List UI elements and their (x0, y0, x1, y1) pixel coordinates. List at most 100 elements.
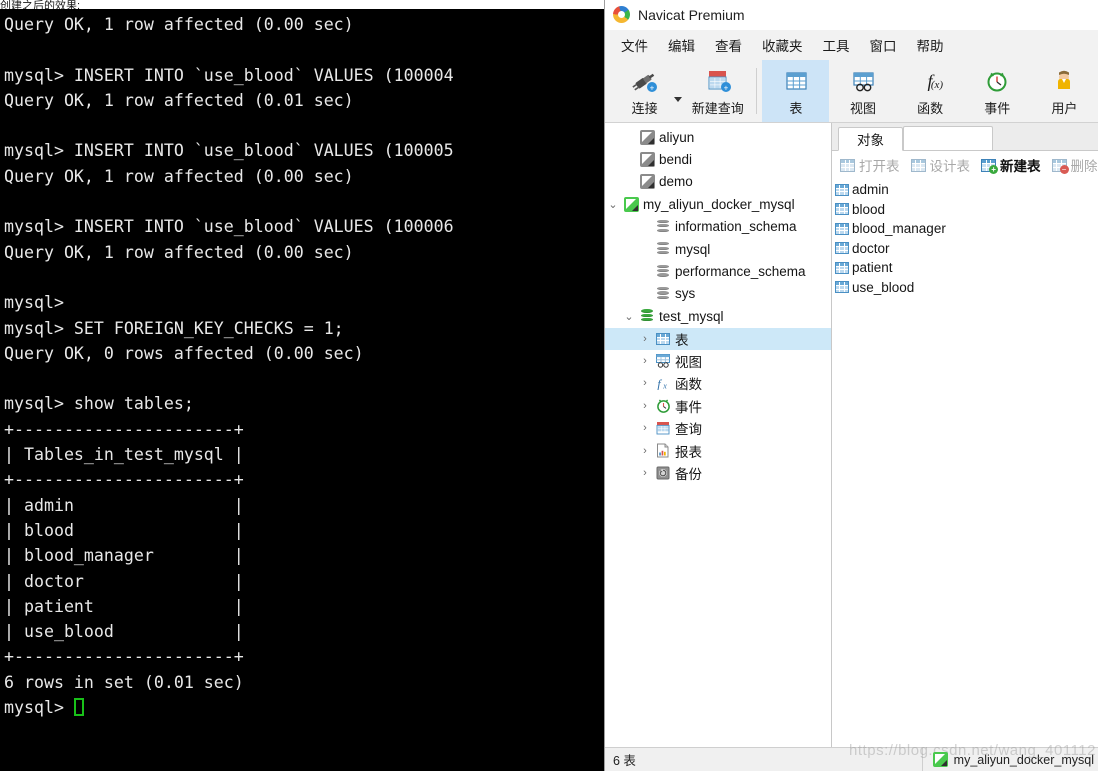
chevron-right-icon[interactable]: › (637, 467, 653, 479)
table-name: admin (852, 182, 889, 198)
tree-node-backups[interactable]: › 备份 (605, 462, 831, 484)
menu-window[interactable]: 窗口 (860, 31, 907, 59)
menu-help[interactable]: 帮助 (907, 31, 954, 59)
status-connection: my_aliyun_docker_mysql (921, 748, 1098, 771)
toolbar-table-label: 表 (789, 100, 803, 116)
terminal-output: Query OK, 1 row affected (0.00 sec) mysq… (4, 12, 604, 720)
fx-icon: f x (653, 376, 673, 391)
tree-connection-aliyun[interactable]: › aliyun (605, 126, 831, 148)
table-list-item[interactable]: use_blood (832, 278, 1098, 298)
chevron-right-icon[interactable]: › (637, 445, 653, 457)
svg-text:x: x (662, 382, 667, 391)
chevron-right-icon[interactable]: › (637, 422, 653, 434)
menu-favorites[interactable]: 收藏夹 (752, 31, 813, 59)
table-name: blood_manager (852, 221, 946, 237)
menu-view[interactable]: 查看 (705, 31, 752, 59)
toolbar-event[interactable]: 事件 (964, 60, 1031, 122)
tab-objects[interactable]: 对象 (838, 127, 903, 151)
tree-db-performance-schema[interactable]: › performance_schema (605, 260, 831, 282)
open-table-icon (840, 158, 855, 172)
table-list-item[interactable]: blood (832, 200, 1098, 220)
menu-tools[interactable]: 工具 (813, 31, 860, 59)
tree-item-label: test_mysql (659, 308, 724, 324)
tree-item-label: information_schema (675, 219, 797, 235)
menu-file[interactable]: 文件 (611, 31, 658, 59)
tree-item-label: 报表 (675, 444, 702, 460)
new-table-label: 新建表 (1000, 159, 1041, 174)
tree-node-queries[interactable]: › 查询 (605, 417, 831, 439)
tree-item-label: 查询 (675, 422, 702, 438)
menu-edit[interactable]: 编辑 (658, 31, 705, 59)
table-icon (835, 242, 849, 255)
tree-node-reports[interactable]: › 报表 (605, 439, 831, 461)
new-table-button[interactable]: + 新建表 (977, 153, 1045, 177)
chevron-right-icon[interactable]: › (637, 333, 653, 345)
tree-db-mysql[interactable]: › mysql (605, 238, 831, 260)
database-icon (637, 309, 657, 323)
tree-item-label: 函数 (675, 377, 702, 393)
delete-table-button[interactable]: − 删除表 (1048, 153, 1098, 177)
tree-connection-demo[interactable]: › demo (605, 171, 831, 193)
open-table-button[interactable]: 打开表 (836, 153, 904, 177)
background-text-sliver: 创建之后的效果: (0, 0, 604, 9)
tree-node-functions[interactable]: › f x 函数 (605, 372, 831, 394)
toolbar-connection[interactable]: + 连接 (611, 60, 678, 122)
view-icon (848, 66, 878, 96)
tree-item-label: my_aliyun_docker_mysql (643, 196, 795, 212)
view-icon (653, 354, 673, 368)
tree-item-label: 视图 (675, 355, 702, 371)
chevron-right-icon[interactable]: › (637, 355, 653, 367)
table-list-item[interactable]: admin (832, 180, 1098, 200)
tree-db-test-mysql[interactable]: ⌄ test_mysql (605, 305, 831, 327)
table-list-item[interactable]: doctor (832, 239, 1098, 259)
navicat-body: › aliyun › bendi › demo ⌄ my_al (605, 123, 1098, 747)
toolbar-view[interactable]: 视图 (829, 60, 896, 122)
toolbar-new-query[interactable]: + 新建查询 (684, 60, 751, 122)
chevron-right-icon[interactable]: › (637, 377, 653, 389)
database-icon (653, 219, 673, 234)
toolbar-user-label: 用户 (1051, 100, 1078, 116)
window-title: Navicat Premium (638, 6, 745, 23)
table-icon (835, 183, 849, 196)
tree-item-label: aliyun (659, 129, 695, 145)
database-icon (653, 286, 673, 301)
design-table-button[interactable]: 设计表 (907, 153, 975, 177)
tree-node-tables[interactable]: › 表 (605, 327, 831, 350)
tree-node-events[interactable]: › 事件 (605, 395, 831, 417)
svg-text:+: + (649, 83, 654, 92)
toolbar-function-label: 函数 (917, 100, 944, 116)
plug-icon: + (630, 66, 660, 96)
user-icon (1049, 66, 1079, 96)
tree-db-information-schema[interactable]: › information_schema (605, 216, 831, 238)
svg-text:+: + (723, 83, 728, 92)
tree-item-label: performance_schema (675, 264, 806, 280)
navicat-titlebar: Navicat Premium (605, 0, 1098, 30)
tab-empty-slot (903, 126, 993, 150)
table-list-item[interactable]: blood_manager (832, 219, 1098, 239)
fx-icon: f (x) (915, 66, 945, 96)
table-name: use_blood (852, 279, 915, 295)
new-table-icon: + (981, 158, 998, 174)
delete-table-icon: − (1051, 158, 1069, 174)
tree-node-views[interactable]: › 视图 (605, 350, 831, 372)
tree-item-label: 备份 (675, 467, 702, 483)
chevron-down-icon[interactable]: ⌄ (605, 198, 621, 211)
toolbar-table[interactable]: 表 (762, 60, 830, 122)
table-list-item[interactable]: patient (832, 258, 1098, 278)
toolbar-function[interactable]: f (x) 函数 (897, 60, 964, 122)
chevron-right-icon[interactable]: › (637, 400, 653, 412)
tree-item-label: 表 (675, 332, 689, 348)
tree-connection-my-aliyun-docker-mysql[interactable]: ⌄ my_aliyun_docker_mysql (605, 193, 831, 215)
terminal-screen[interactable]: Query OK, 1 row affected (0.00 sec) mysq… (0, 9, 604, 771)
toolbar-connection-label: 连接 (631, 100, 658, 116)
tree-db-sys[interactable]: › sys (605, 283, 831, 305)
object-actionbar: 打开表 设计表 + 新建表 − 删除表 (832, 151, 1098, 179)
chevron-down-icon[interactable]: ⌄ (621, 310, 637, 323)
table-icon (835, 261, 849, 274)
new-query-icon: + (703, 66, 733, 96)
delete-table-label: 删除表 (1070, 159, 1098, 174)
tree-connection-bendi[interactable]: › bendi (605, 148, 831, 170)
table-name: blood (852, 201, 886, 217)
mysql-terminal-window: 创建之后的效果: Query OK, 1 row affected (0.00 … (0, 0, 604, 771)
toolbar-user[interactable]: 用户 (1031, 60, 1098, 122)
